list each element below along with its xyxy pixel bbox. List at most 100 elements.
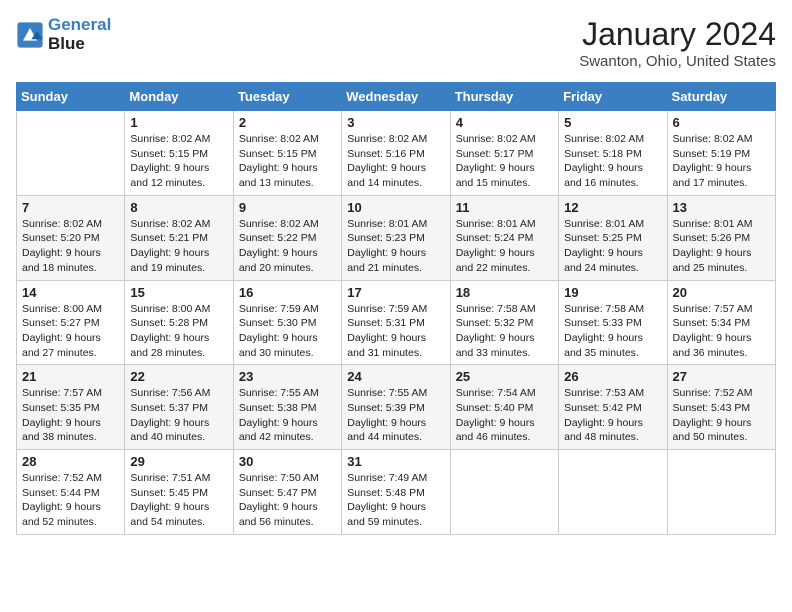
title-area: January 2024 Swanton, Ohio, United State… <box>579 16 776 70</box>
day-info: Sunrise: 8:02 AM Sunset: 5:19 PM Dayligh… <box>673 132 770 191</box>
calendar-cell: 27 Sunrise: 7:52 AM Sunset: 5:43 PM Dayli… <box>667 365 775 450</box>
day-number: 16 <box>239 285 336 300</box>
week-row-4: 21Sunrise: 7:57 AM Sunset: 5:35 PM Dayli… <box>17 365 776 450</box>
day-number: 28 <box>22 454 119 469</box>
calendar-cell: 4 Sunrise: 8:02 AM Sunset: 5:17 PM Daylig… <box>450 111 558 196</box>
header-row: SundayMondayTuesdayWednesdayThursdayFrid… <box>17 83 776 111</box>
day-number: 6 <box>673 115 770 130</box>
day-info: Sunrise: 7:51 AM Sunset: 5:45 PM Dayligh… <box>130 471 227 530</box>
calendar-cell <box>17 111 125 196</box>
day-info: Sunrise: 7:50 AM Sunset: 5:47 PM Dayligh… <box>239 471 336 530</box>
calendar-cell: 19Sunrise: 7:58 AM Sunset: 5:33 PM Dayli… <box>559 280 667 365</box>
day-info: Sunrise: 8:01 AM Sunset: 5:26 PM Dayligh… <box>673 217 770 276</box>
day-info: Sunrise: 8:02 AM Sunset: 5:22 PM Dayligh… <box>239 217 336 276</box>
day-number: 10 <box>347 200 444 215</box>
day-number: 26 <box>564 369 661 384</box>
day-info: Sunrise: 7:57 AM Sunset: 5:35 PM Dayligh… <box>22 386 119 445</box>
header-cell-thursday: Thursday <box>450 83 558 111</box>
calendar-cell: 22Sunrise: 7:56 AM Sunset: 5:37 PM Dayli… <box>125 365 233 450</box>
day-info: Sunrise: 8:02 AM Sunset: 5:15 PM Dayligh… <box>130 132 227 191</box>
day-info: Sunrise: 7:52 AM Sunset: 5:43 PM Dayligh… <box>673 386 770 445</box>
week-row-3: 14 Sunrise: 8:00 AM Sunset: 5:27 PM Dayli… <box>17 280 776 365</box>
calendar-cell <box>559 450 667 535</box>
day-number: 9 <box>239 200 336 215</box>
day-info: Sunrise: 8:01 AM Sunset: 5:24 PM Dayligh… <box>456 217 553 276</box>
logo: General Blue <box>16 16 111 53</box>
calendar-cell: 14 Sunrise: 8:00 AM Sunset: 5:27 PM Dayli… <box>17 280 125 365</box>
day-number: 11 <box>456 200 553 215</box>
calendar-cell: 31Sunrise: 7:49 AM Sunset: 5:48 PM Dayli… <box>342 450 450 535</box>
day-number: 29 <box>130 454 227 469</box>
header-cell-friday: Friday <box>559 83 667 111</box>
day-info: Sunrise: 8:02 AM Sunset: 5:20 PM Dayligh… <box>22 217 119 276</box>
location-title: Swanton, Ohio, United States <box>579 53 776 70</box>
week-row-1: 1Sunrise: 8:02 AM Sunset: 5:15 PM Daylig… <box>17 111 776 196</box>
week-row-2: 7 Sunrise: 8:02 AM Sunset: 5:20 PM Daylig… <box>17 195 776 280</box>
calendar-cell <box>667 450 775 535</box>
day-number: 3 <box>347 115 444 130</box>
calendar-cell: 17Sunrise: 7:59 AM Sunset: 5:31 PM Dayli… <box>342 280 450 365</box>
calendar-cell: 3 Sunrise: 8:02 AM Sunset: 5:16 PM Daylig… <box>342 111 450 196</box>
calendar-cell: 5 Sunrise: 8:02 AM Sunset: 5:18 PM Daylig… <box>559 111 667 196</box>
calendar-cell: 16 Sunrise: 7:59 AM Sunset: 5:30 PM Dayli… <box>233 280 341 365</box>
calendar-cell: 26 Sunrise: 7:53 AM Sunset: 5:42 PM Dayli… <box>559 365 667 450</box>
day-info: Sunrise: 7:55 AM Sunset: 5:39 PM Dayligh… <box>347 386 444 445</box>
day-number: 27 <box>673 369 770 384</box>
calendar-header: SundayMondayTuesdayWednesdayThursdayFrid… <box>17 83 776 111</box>
day-info: Sunrise: 7:58 AM Sunset: 5:32 PM Dayligh… <box>456 302 553 361</box>
calendar-cell: 10Sunrise: 8:01 AM Sunset: 5:23 PM Dayli… <box>342 195 450 280</box>
calendar-cell: 1Sunrise: 8:02 AM Sunset: 5:15 PM Daylig… <box>125 111 233 196</box>
calendar-cell: 30 Sunrise: 7:50 AM Sunset: 5:47 PM Dayli… <box>233 450 341 535</box>
day-info: Sunrise: 7:53 AM Sunset: 5:42 PM Dayligh… <box>564 386 661 445</box>
header-cell-monday: Monday <box>125 83 233 111</box>
day-number: 25 <box>456 369 553 384</box>
day-number: 7 <box>22 200 119 215</box>
day-number: 30 <box>239 454 336 469</box>
week-row-5: 28 Sunrise: 7:52 AM Sunset: 5:44 PM Dayli… <box>17 450 776 535</box>
calendar-cell: 20 Sunrise: 7:57 AM Sunset: 5:34 PM Dayli… <box>667 280 775 365</box>
header-cell-wednesday: Wednesday <box>342 83 450 111</box>
day-number: 14 <box>22 285 119 300</box>
logo-line1: General <box>48 15 111 34</box>
calendar-cell: 12Sunrise: 8:01 AM Sunset: 5:25 PM Dayli… <box>559 195 667 280</box>
day-info: Sunrise: 8:02 AM Sunset: 5:16 PM Dayligh… <box>347 132 444 191</box>
day-info: Sunrise: 7:49 AM Sunset: 5:48 PM Dayligh… <box>347 471 444 530</box>
day-info: Sunrise: 8:01 AM Sunset: 5:25 PM Dayligh… <box>564 217 661 276</box>
calendar-cell: 25 Sunrise: 7:54 AM Sunset: 5:40 PM Dayli… <box>450 365 558 450</box>
calendar-cell: 28 Sunrise: 7:52 AM Sunset: 5:44 PM Dayli… <box>17 450 125 535</box>
day-info: Sunrise: 7:54 AM Sunset: 5:40 PM Dayligh… <box>456 386 553 445</box>
day-info: Sunrise: 8:00 AM Sunset: 5:27 PM Dayligh… <box>22 302 119 361</box>
day-info: Sunrise: 7:59 AM Sunset: 5:30 PM Dayligh… <box>239 302 336 361</box>
header-cell-tuesday: Tuesday <box>233 83 341 111</box>
calendar-cell: 15 Sunrise: 8:00 AM Sunset: 5:28 PM Dayli… <box>125 280 233 365</box>
day-number: 23 <box>239 369 336 384</box>
calendar-table: SundayMondayTuesdayWednesdayThursdayFrid… <box>16 82 776 535</box>
logo-line2: Blue <box>48 34 85 53</box>
day-info: Sunrise: 8:02 AM Sunset: 5:15 PM Dayligh… <box>239 132 336 191</box>
day-info: Sunrise: 8:00 AM Sunset: 5:28 PM Dayligh… <box>130 302 227 361</box>
day-number: 2 <box>239 115 336 130</box>
calendar-cell: 29 Sunrise: 7:51 AM Sunset: 5:45 PM Dayli… <box>125 450 233 535</box>
day-number: 4 <box>456 115 553 130</box>
day-info: Sunrise: 7:55 AM Sunset: 5:38 PM Dayligh… <box>239 386 336 445</box>
calendar-cell: 9 Sunrise: 8:02 AM Sunset: 5:22 PM Daylig… <box>233 195 341 280</box>
header-cell-saturday: Saturday <box>667 83 775 111</box>
day-number: 15 <box>130 285 227 300</box>
day-info: Sunrise: 8:02 AM Sunset: 5:17 PM Dayligh… <box>456 132 553 191</box>
day-number: 20 <box>673 285 770 300</box>
calendar-cell: 18 Sunrise: 7:58 AM Sunset: 5:32 PM Dayli… <box>450 280 558 365</box>
day-number: 8 <box>130 200 227 215</box>
calendar-cell: 24 Sunrise: 7:55 AM Sunset: 5:39 PM Dayli… <box>342 365 450 450</box>
calendar-cell: 21Sunrise: 7:57 AM Sunset: 5:35 PM Dayli… <box>17 365 125 450</box>
day-number: 13 <box>673 200 770 215</box>
day-number: 18 <box>456 285 553 300</box>
day-info: Sunrise: 7:57 AM Sunset: 5:34 PM Dayligh… <box>673 302 770 361</box>
calendar-cell: 7 Sunrise: 8:02 AM Sunset: 5:20 PM Daylig… <box>17 195 125 280</box>
day-number: 5 <box>564 115 661 130</box>
day-number: 24 <box>347 369 444 384</box>
day-info: Sunrise: 8:02 AM Sunset: 5:21 PM Dayligh… <box>130 217 227 276</box>
day-info: Sunrise: 7:56 AM Sunset: 5:37 PM Dayligh… <box>130 386 227 445</box>
calendar-cell: 11 Sunrise: 8:01 AM Sunset: 5:24 PM Dayli… <box>450 195 558 280</box>
day-info: Sunrise: 7:52 AM Sunset: 5:44 PM Dayligh… <box>22 471 119 530</box>
day-info: Sunrise: 8:02 AM Sunset: 5:18 PM Dayligh… <box>564 132 661 191</box>
